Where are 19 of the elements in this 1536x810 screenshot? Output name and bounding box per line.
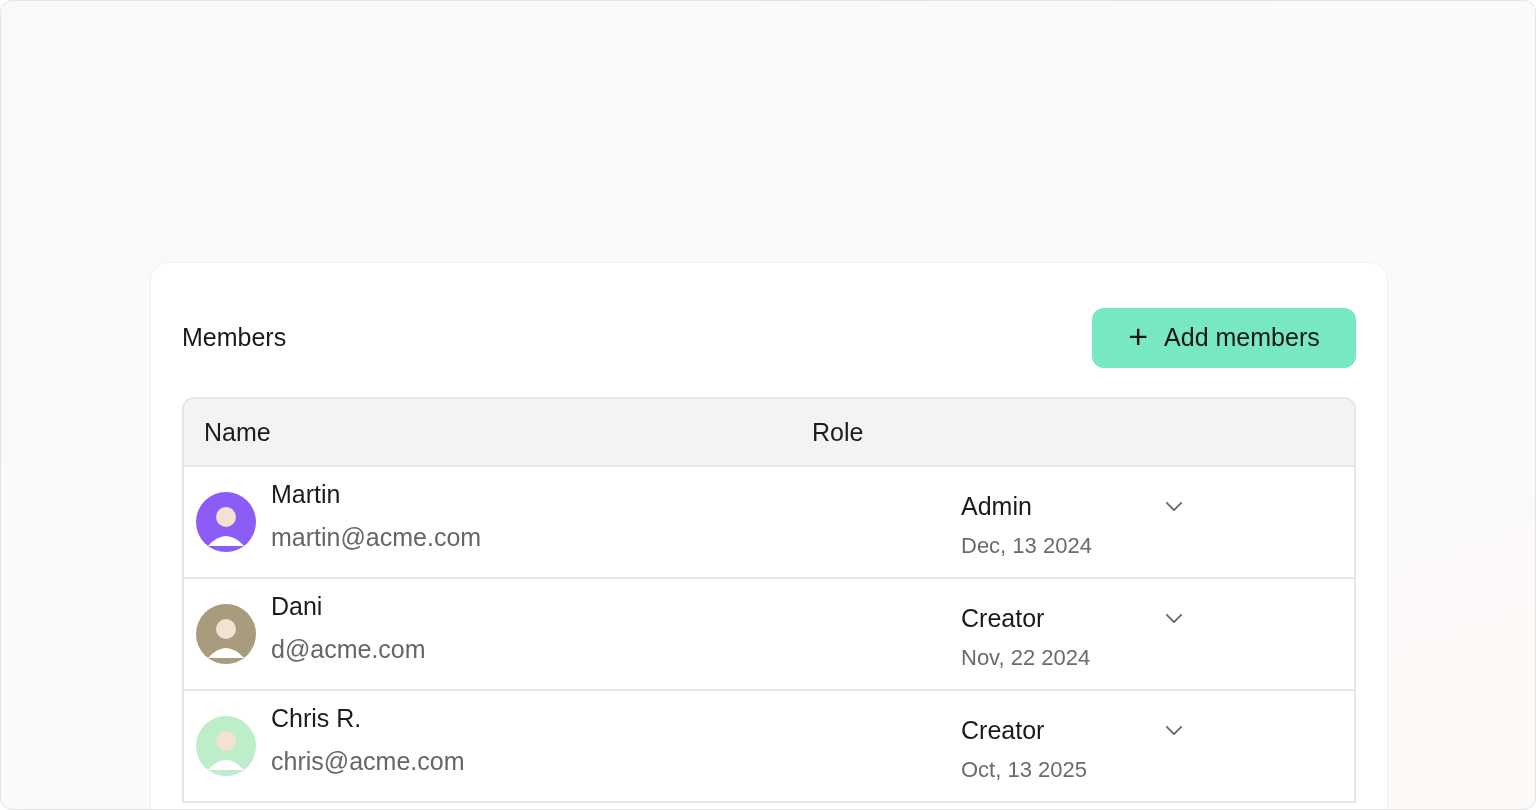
member-date: Oct, 13 2025 [961,756,1088,783]
member-date: Nov, 22 2024 [961,644,1092,671]
add-members-button[interactable]: + Add members [1092,307,1356,368]
member-date: Dec, 13 2024 [961,532,1093,559]
member-name: Chris R. [271,704,363,733]
member-email: chris@acme.com [271,747,465,776]
chevron-down-icon [1165,724,1183,736]
chevron-down-icon [1165,500,1183,512]
member-name: Martin [271,480,342,509]
member-name: Dani [271,592,324,621]
role-dropdown[interactable]: Creator [961,603,1183,633]
column-header: Role [812,417,864,447]
role-dropdown[interactable]: Admin [961,491,1183,521]
column-header: Name [203,417,272,447]
chevron-down-icon [1165,612,1183,624]
role-dropdown[interactable]: Creator [961,715,1183,745]
card-title: Members [182,323,287,352]
member-email: martin@acme.com [271,523,482,552]
member-email: d@acme.com [271,635,426,664]
